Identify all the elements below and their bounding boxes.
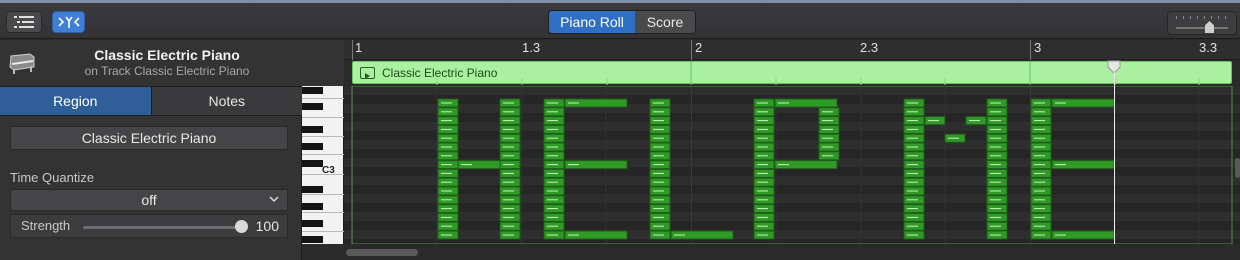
black-key[interactable] — [302, 160, 323, 167]
piano-keyboard[interactable]: C3 — [302, 86, 344, 244]
white-key-divider — [302, 194, 344, 195]
ruler-marker: 3.3 — [1199, 40, 1218, 55]
zoom-knob[interactable] — [1205, 21, 1214, 33]
list-button[interactable] — [6, 11, 42, 33]
ruler-marker: 2.3 — [860, 40, 879, 55]
strength-label: Strength — [21, 218, 71, 233]
ruler-marker: 1.3 — [522, 40, 541, 55]
tab-notes[interactable]: Notes — [151, 87, 302, 115]
ruler-marker: 2 — [695, 40, 703, 55]
strength-value: 100 — [255, 218, 279, 234]
toolbar: Piano Roll Score — [0, 0, 1240, 39]
horizontal-scroll-thumb[interactable] — [346, 249, 418, 256]
ruler-tick — [1030, 40, 1031, 60]
strength-slider-knob[interactable] — [235, 220, 248, 233]
white-key-divider — [302, 98, 344, 99]
horizontal-scrollbar[interactable] — [344, 245, 1240, 260]
zoom-slider[interactable] — [1167, 11, 1237, 35]
window-accent-strip — [0, 0, 1240, 3]
ruler-tick — [691, 40, 692, 60]
zoom-track — [1176, 27, 1228, 29]
black-key[interactable] — [302, 103, 323, 110]
white-key-divider — [302, 136, 344, 137]
ruler-marker: 3 — [1034, 40, 1042, 55]
zoom-ticks — [1176, 16, 1228, 19]
tab-piano-roll[interactable]: Piano Roll — [549, 11, 635, 33]
black-key[interactable] — [302, 203, 323, 210]
editor-mode-tabs: Piano Roll Score — [548, 10, 696, 34]
keyboard-header — [302, 40, 344, 86]
list-icon — [14, 16, 34, 28]
tab-region[interactable]: Region — [0, 87, 152, 115]
white-key-divider — [302, 212, 344, 213]
black-key[interactable] — [302, 87, 323, 94]
ruler-tick — [352, 40, 353, 60]
track-header: Classic Electric Piano on Track Classic … — [0, 40, 302, 86]
time-quantize-value: off — [141, 192, 157, 208]
playhead-line — [1114, 72, 1115, 244]
time-quantize-label: Time Quantize — [10, 170, 95, 185]
inspector-tabs: Region Notes — [0, 86, 302, 116]
black-key[interactable] — [302, 236, 323, 243]
black-key[interactable] — [302, 126, 323, 133]
chevron-down-icon — [269, 196, 279, 203]
timeline-ruler[interactable]: 1 1.3 2 2.3 3 3.3 — [344, 40, 1240, 60]
midi-region-header[interactable]: Classic Electric Piano — [352, 61, 1232, 85]
region-name-field[interactable]: Classic Electric Piano — [10, 126, 288, 150]
grid-lines — [344, 86, 1240, 244]
white-key-divider — [302, 231, 344, 232]
white-key-divider — [302, 154, 344, 155]
vertical-scroll-thumb[interactable] — [1235, 158, 1240, 178]
time-quantize-select[interactable]: off — [10, 189, 288, 211]
strength-slider-track[interactable] — [83, 226, 243, 229]
region-inspector: Classic Electric Piano on Track Classic … — [0, 40, 302, 260]
catch-button[interactable] — [52, 11, 85, 33]
white-key-divider — [302, 117, 344, 118]
black-key[interactable] — [302, 186, 323, 193]
piano-roll-grid[interactable] — [344, 86, 1240, 244]
tab-score[interactable]: Score — [635, 11, 695, 33]
strength-control: Strength 100 — [10, 214, 288, 238]
piano-icon — [9, 53, 35, 74]
track-title: Classic Electric Piano — [94, 47, 240, 63]
black-key[interactable] — [302, 143, 323, 150]
region-beat-ticks — [436, 62, 1200, 85]
ruler-marker: 1 — [355, 40, 363, 55]
track-subtitle: on Track Classic Electric Piano — [84, 64, 250, 78]
black-key[interactable] — [302, 220, 323, 227]
c3-key-label: C3 — [322, 165, 335, 176]
catch-icon — [57, 16, 80, 28]
